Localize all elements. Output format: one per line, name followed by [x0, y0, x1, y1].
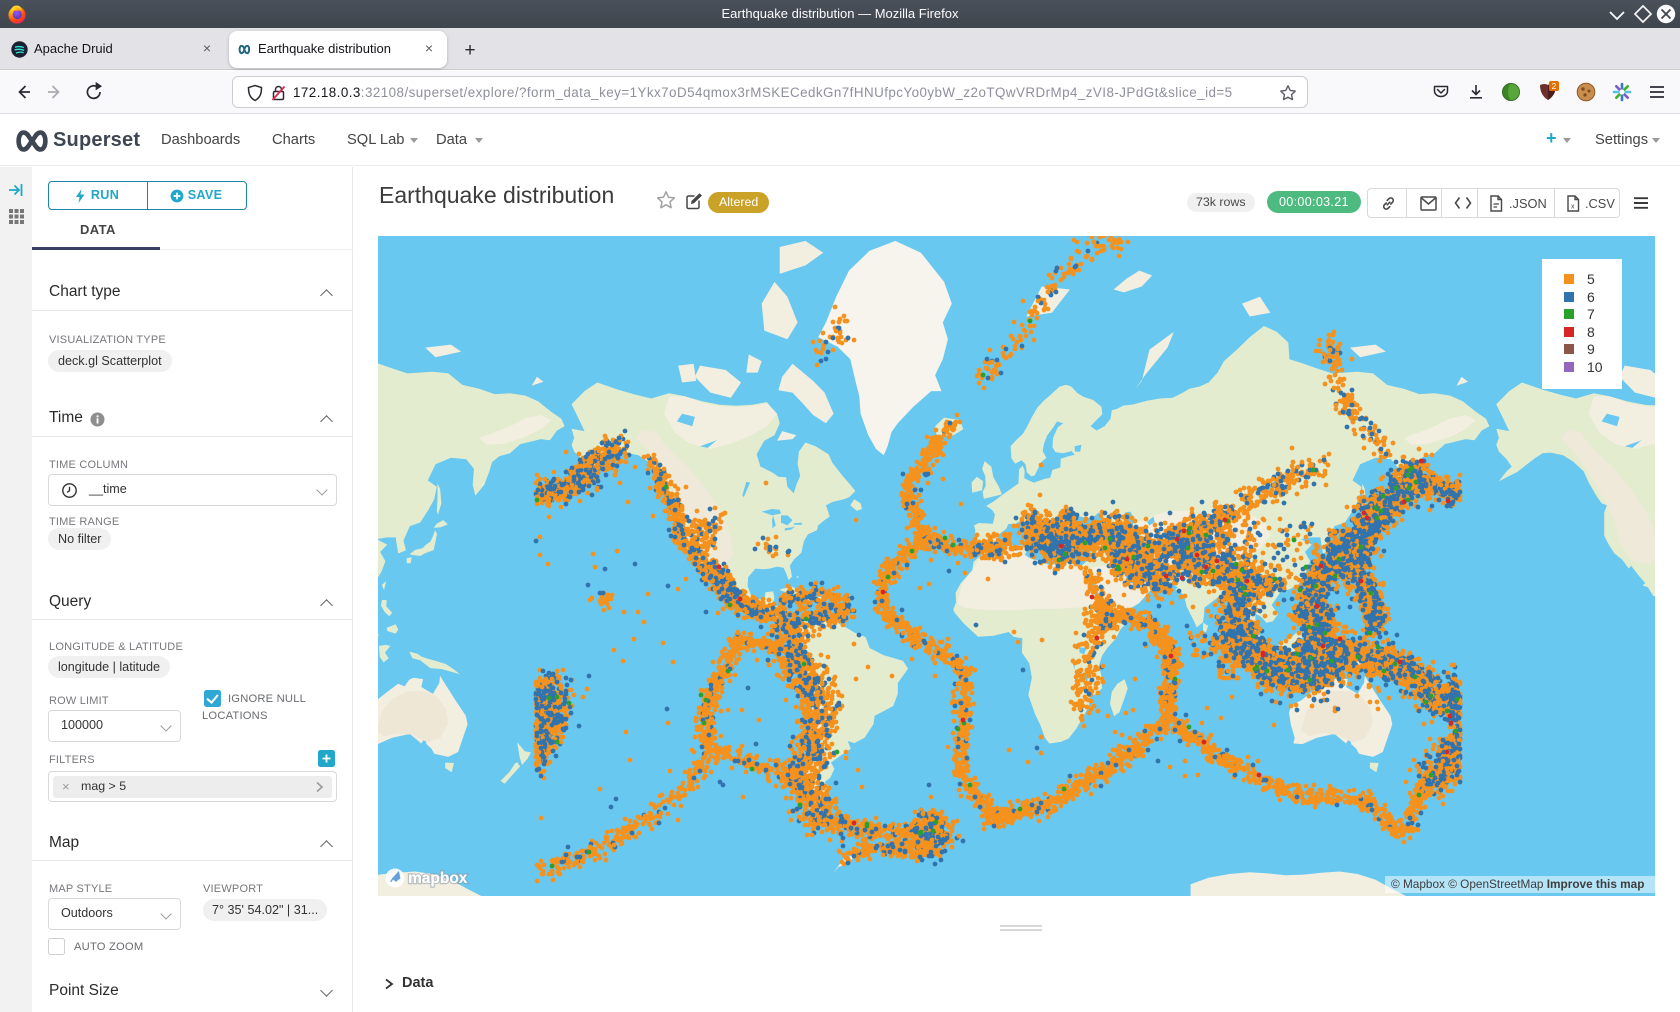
svg-text:8: 8	[1587, 324, 1595, 340]
svg-text:© Mapbox © OpenStreetMap Impro: © Mapbox © OpenStreetMap Improve this ma…	[1391, 877, 1644, 891]
svg-text:10: 10	[1587, 359, 1603, 375]
svg-text:6: 6	[1587, 289, 1595, 305]
svg-text:5: 5	[1587, 271, 1595, 287]
svg-text:7: 7	[1587, 306, 1595, 322]
svg-text:x: x	[1571, 204, 1575, 211]
svg-text:mapbox: mapbox	[408, 870, 468, 887]
svg-text:9: 9	[1587, 341, 1595, 357]
svg-text:2: 2	[1552, 81, 1557, 91]
